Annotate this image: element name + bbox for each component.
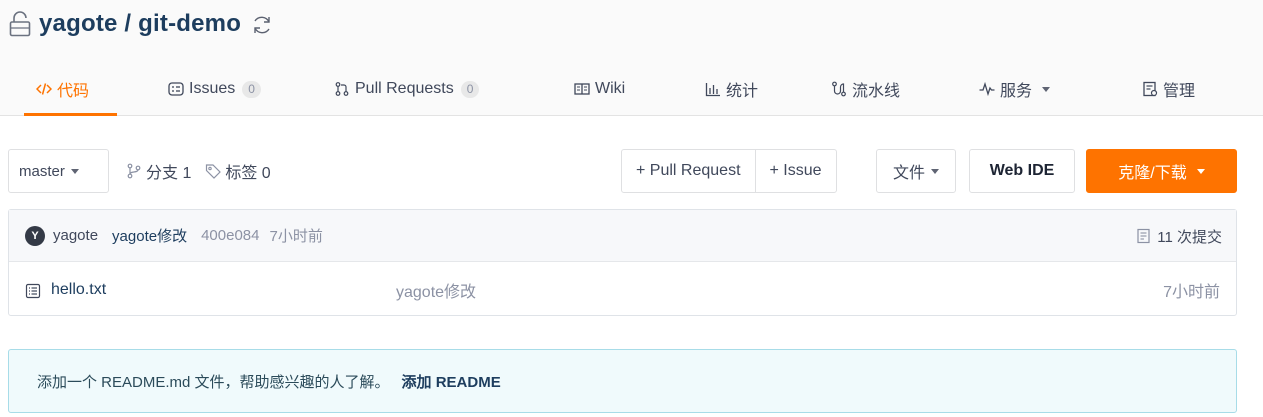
book-icon xyxy=(574,83,590,95)
issues-icon xyxy=(168,82,184,96)
tab-stats[interactable]: 统计 xyxy=(705,62,758,116)
latest-commit-bar: Y yagote yagote修改 400e084 7小时前 11 次提交 xyxy=(9,210,1236,262)
pull-requests-count-badge: 0 xyxy=(460,80,480,98)
tab-label: 流水线 xyxy=(852,83,901,100)
tab-label: Issues xyxy=(189,80,236,97)
create-button-group: + Pull Request + Issue xyxy=(621,149,837,193)
branch-select[interactable]: master xyxy=(8,149,109,193)
branches-link[interactable]: 分支 1 xyxy=(146,159,191,183)
chevron-down-icon xyxy=(70,168,79,174)
repo-tabs: 代码 Issues 0 Pull Requests 0 Wiki 统计 流水线 … xyxy=(0,62,1263,116)
commit-message[interactable]: yagote修改 xyxy=(112,225,187,246)
commit-time: 7小时前 xyxy=(269,228,323,245)
commit-sha[interactable]: 400e084 xyxy=(201,227,259,244)
tab-label: 管理 xyxy=(1163,83,1196,100)
repo-name[interactable]: yagote / git-demo xyxy=(39,10,241,38)
clone-label: 克隆/下载 xyxy=(1118,165,1187,182)
tab-wiki[interactable]: Wiki xyxy=(574,62,625,116)
file-commit-time: 7小时前 xyxy=(1163,284,1220,301)
tags-link[interactable]: 标签 0 xyxy=(225,159,270,183)
tab-services[interactable]: 服务 xyxy=(979,62,1051,116)
file-commit-message[interactable]: yagote修改 xyxy=(396,263,476,317)
bar-chart-icon xyxy=(705,83,720,97)
repo-toolbar: master 分支 1 标签 0 + Pull Request + Issue … xyxy=(8,149,1237,193)
pipeline-icon xyxy=(832,81,846,97)
branch-icon xyxy=(127,163,141,179)
file-browser: Y yagote yagote修改 400e084 7小时前 11 次提交 he… xyxy=(8,209,1237,316)
branch-name: master xyxy=(19,162,65,180)
sync-icon[interactable] xyxy=(251,14,273,36)
tab-issues[interactable]: Issues 0 xyxy=(168,62,261,116)
tab-label: Pull Requests xyxy=(355,80,454,97)
chevron-down-icon xyxy=(931,168,939,174)
pulse-icon xyxy=(979,81,995,97)
file-icon xyxy=(25,283,41,299)
repo-meta: 分支 1 标签 0 xyxy=(126,149,271,193)
manage-icon xyxy=(1143,81,1158,97)
chevron-down-icon xyxy=(1042,86,1051,92)
tab-label: Wiki xyxy=(595,80,626,97)
clone-download-button[interactable]: 克隆/下载 xyxy=(1086,149,1237,193)
lock-icon xyxy=(9,11,31,37)
chevron-down-icon xyxy=(1196,168,1205,174)
tab-pull-requests[interactable]: Pull Requests 0 xyxy=(334,62,480,116)
repo-header: yagote / git-demo 代码 Issues 0 Pull Reque… xyxy=(0,0,1263,116)
tab-label: 代码 xyxy=(57,83,90,100)
new-pull-request-button[interactable]: + Pull Request xyxy=(622,150,755,192)
commits-icon xyxy=(1137,228,1150,244)
file-name-link[interactable]: hello.txt xyxy=(51,263,106,317)
code-icon xyxy=(36,83,52,95)
commit-count: 11 次提交 xyxy=(1157,228,1222,246)
commit-author[interactable]: yagote xyxy=(53,227,98,244)
repo-title-bar: yagote / git-demo xyxy=(9,8,273,40)
tab-label: 服务 xyxy=(1000,83,1033,100)
web-ide-button[interactable]: Web IDE xyxy=(969,149,1075,193)
tab-settings[interactable]: 管理 xyxy=(1142,62,1195,116)
avatar[interactable]: Y xyxy=(25,225,45,246)
commit-count-link[interactable]: 11 次提交 xyxy=(1136,210,1222,262)
files-dropdown-button[interactable]: 文件 xyxy=(876,149,956,193)
pull-request-icon xyxy=(335,82,349,96)
readme-tip-text: 添加一个 README.md 文件，帮助感兴趣的人了解。 xyxy=(37,373,390,391)
tag-icon xyxy=(206,164,222,179)
issues-count-badge: 0 xyxy=(242,80,261,98)
new-issue-button[interactable]: + Issue xyxy=(754,150,836,192)
tab-label: 统计 xyxy=(726,83,759,100)
tab-pipeline[interactable]: 流水线 xyxy=(831,62,900,116)
readme-tip-banner: 添加一个 README.md 文件，帮助感兴趣的人了解。 添加 README xyxy=(8,349,1237,413)
table-row[interactable]: hello.txt yagote修改 7小时前 xyxy=(9,263,1236,317)
files-label: 文件 xyxy=(892,165,925,182)
add-readme-link[interactable]: 添加 README xyxy=(402,371,501,392)
tab-code[interactable]: 代码 xyxy=(23,62,118,116)
